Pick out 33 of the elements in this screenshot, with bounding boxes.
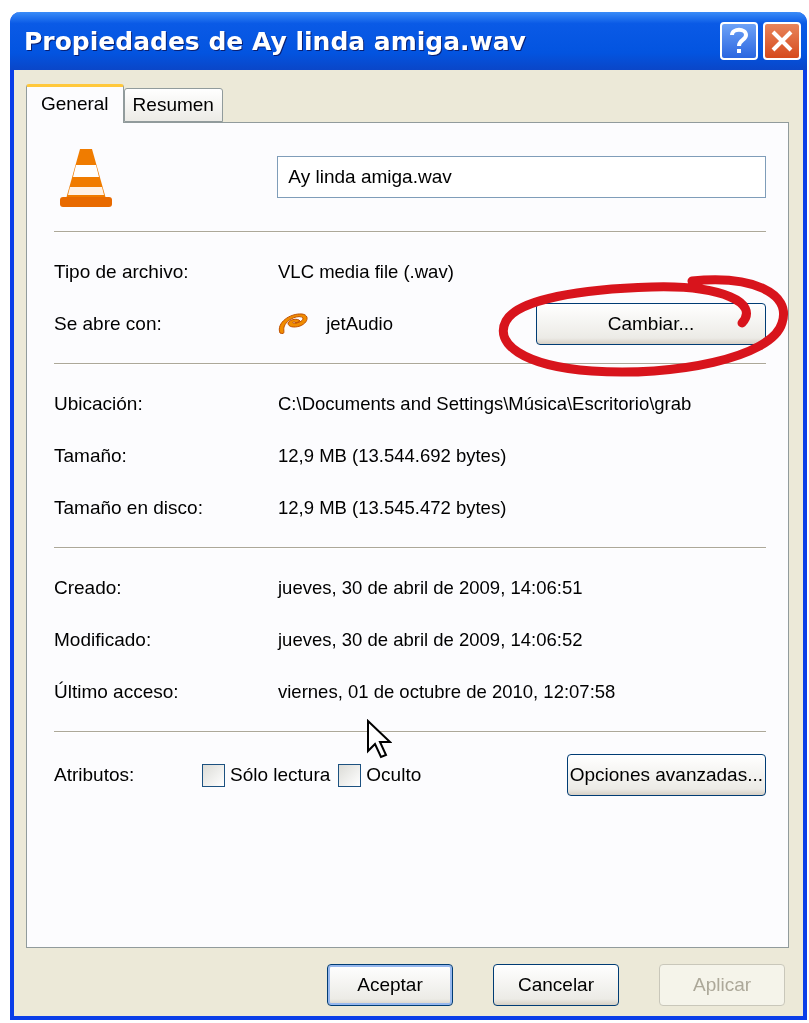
mouse-cursor-icon — [366, 719, 392, 759]
dialog-button[interactable]: Cancelar — [493, 964, 619, 1006]
property-label: Modificado: — [54, 629, 153, 651]
property-value: C:\Documents and Settings\Música\Escritorio\grab — [278, 393, 692, 415]
advanced-options-button[interactable]: Opciones avanzadas... — [566, 754, 766, 796]
attribute-checkbox[interactable]: Sólo lectura — [202, 763, 331, 787]
question-mark-icon — [729, 27, 749, 55]
property-label: Ubicación: — [54, 393, 144, 415]
window-title: Propiedades de Ay linda amiga.wav — [24, 26, 527, 56]
property-label: Tamaño: — [54, 445, 128, 467]
property-value: viernes, 01 de octubre de 2010, 12:07:58 — [278, 681, 616, 703]
close-icon — [770, 29, 794, 53]
attribute-checkbox[interactable]: Oculto — [338, 763, 422, 787]
change-button[interactable]: Cambiar... — [536, 303, 766, 345]
property-value: jueves, 30 de abril de 2009, 14:06:52 — [278, 629, 583, 651]
help-button[interactable] — [720, 22, 758, 60]
property-label: Tipo de archivo: — [54, 261, 190, 283]
property-label: Último acceso: — [54, 681, 180, 703]
property-value: jetAudio — [326, 313, 393, 335]
tab[interactable]: Resumen — [123, 88, 223, 122]
app-icon — [276, 311, 311, 337]
file-name-field[interactable]: Ay linda amiga.wav — [277, 156, 766, 198]
property-value: 12,9 MB (13.544.692 bytes) — [278, 445, 507, 467]
property-value: VLC media file (.wav) — [278, 261, 454, 283]
property-label: Se abre con: — [54, 313, 163, 335]
property-value: 12,9 MB (13.545.472 bytes) — [278, 497, 507, 519]
tab[interactable]: General — [26, 84, 124, 123]
dialog-button[interactable]: Aceptar — [327, 964, 453, 1006]
property-label: Tamaño en disco: — [54, 497, 204, 519]
property-value: jueves, 30 de abril de 2009, 14:06:51 — [278, 577, 583, 599]
close-button[interactable] — [763, 22, 801, 60]
attributes-label: Atributos: — [54, 764, 136, 786]
property-label: Creado: — [54, 577, 123, 599]
